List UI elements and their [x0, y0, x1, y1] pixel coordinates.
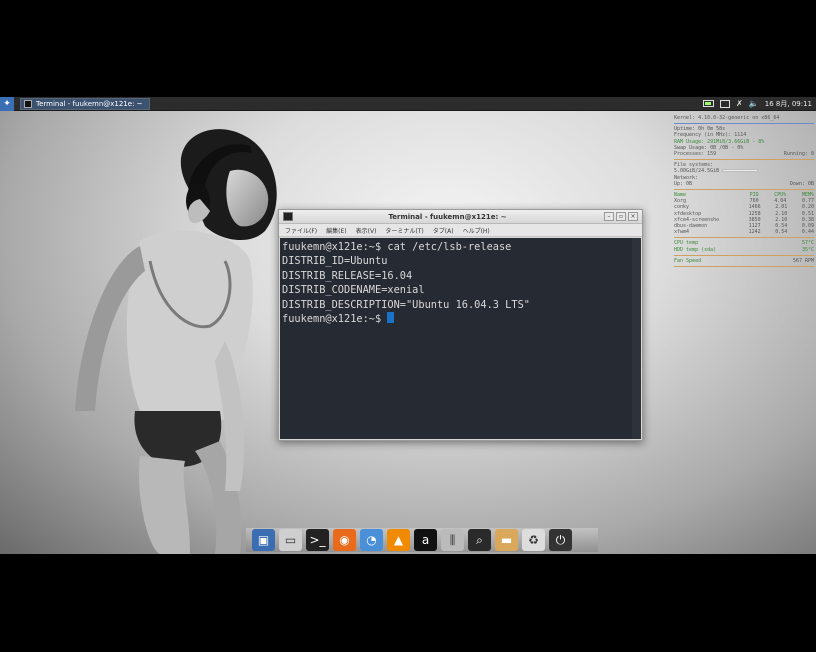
volume-icon[interactable]: 🔈	[749, 99, 759, 108]
conky-divider	[674, 254, 814, 256]
conky-down: Up: 0B	[674, 180, 693, 187]
maximize-icon[interactable]: ▫	[616, 212, 626, 221]
wallpaper-figure	[75, 129, 277, 554]
close-icon[interactable]: ×	[628, 212, 638, 221]
firefox-icon[interactable]: ◉	[333, 529, 356, 551]
top-panel: ✦ Terminal - fuukemn@x121e: ~ ✗ 🔈 16 8月,…	[0, 97, 816, 111]
system-tray: ✗ 🔈 16 8月, 09:11	[703, 99, 816, 109]
fan-label: Fan Speed	[674, 257, 702, 264]
proc-cpu: 0.54	[775, 229, 788, 236]
menu-help[interactable]: ヘルプ(H)	[463, 226, 490, 235]
terminal-small-icon	[24, 99, 32, 108]
conky-fs-value: 5.00GiB/24.5GiB	[674, 168, 720, 175]
taskbar-button-label: Terminal - fuukemn@x121e: ~	[36, 99, 143, 108]
console-line: DISTRIB_ID=Ubuntu	[282, 255, 388, 268]
proc-pid: 1242	[748, 229, 761, 236]
proc-mem: 0.44	[801, 229, 814, 236]
conky-temp-row: HDD temp (sda) 35°C	[674, 247, 814, 253]
trash-icon[interactable]: ♻	[522, 529, 545, 551]
conky-running: Running: 0	[783, 151, 814, 158]
conky-monitor: Kernel: 4.10.0-32-generic on x86_64 Upti…	[674, 115, 814, 269]
conky-proc-row: xfwm4 1242 0.54 0.44	[674, 229, 814, 235]
conky-kernel: Kernel: 4.10.0-32-generic on x86_64	[674, 115, 780, 121]
terminal-console[interactable]: fuukemn@x121e:~$ cat /etc/lsb-release DI…	[280, 238, 641, 439]
desktop: ✦ Terminal - fuukemn@x121e: ~ ✗ 🔈 16 8月,…	[0, 97, 816, 554]
whisker-menu-icon[interactable]: ✦	[0, 97, 14, 111]
conky-divider	[674, 189, 814, 191]
taskbar-button-terminal[interactable]: Terminal - fuukemn@x121e: ~	[20, 97, 150, 110]
terminal-icon[interactable]: >_	[306, 529, 329, 551]
console-line: fuukemn@x121e:~$ cat /etc/lsb-release	[282, 241, 512, 253]
terminal-window[interactable]: Terminal - fuukemn@x121e: ~ – ▫ × ファイル(F…	[278, 209, 643, 441]
network-icon[interactable]: ✗	[736, 99, 743, 108]
vlc-icon[interactable]: ▲	[387, 529, 410, 551]
conky-up: Down: 0B	[789, 180, 814, 187]
menu-view[interactable]: 表示(V)	[356, 226, 377, 235]
folder-icon[interactable]: ▬	[495, 529, 518, 551]
conky-divider	[674, 123, 814, 125]
fan-value: 567 RPM	[792, 257, 814, 264]
conky-processes: Processes: 159	[674, 151, 717, 158]
conky-divider	[674, 266, 814, 268]
conky-divider	[674, 237, 814, 239]
terminal-scrollbar[interactable]	[632, 238, 641, 439]
console-prompt: fuukemn@x121e:~$	[282, 313, 388, 326]
terminal-menubar: ファイル(F) 編集(E) 表示(V) ターミナル(T) タブ(A) ヘルプ(H…	[279, 224, 642, 237]
terminal-titlebar[interactable]: Terminal - fuukemn@x121e: ~ – ▫ ×	[279, 210, 642, 224]
drive-icon[interactable]: ▭	[279, 529, 302, 551]
console-prompt-line[interactable]: fuukemn@x121e:~$	[282, 312, 639, 326]
terminal-title: Terminal - fuukemn@x121e: ~	[388, 212, 507, 221]
amazon-icon[interactable]: a	[414, 529, 437, 551]
keyboard-icon[interactable]	[720, 99, 731, 108]
conky-processes-row: Processes: 159 Running: 0	[674, 151, 814, 157]
messaging-icon[interactable]: ◔	[360, 529, 383, 551]
conky-net-row: Up: 0B Down: 0B	[674, 181, 814, 187]
temp-value: 35°C	[801, 246, 814, 253]
conky-fan-row: Fan Speed 567 RPM	[674, 258, 814, 264]
console-line: DISTRIB_DESCRIPTION="Ubuntu 16.04.3 LTS"	[282, 298, 530, 311]
desktop-icon[interactable]: ▣	[252, 529, 275, 551]
logout-icon[interactable]: ⏻	[549, 529, 572, 551]
battery-icon[interactable]	[703, 100, 715, 107]
search-icon[interactable]: ⌕	[468, 529, 491, 551]
text-cursor	[387, 312, 395, 324]
menu-terminal[interactable]: ターミナル(T)	[385, 226, 423, 235]
mixer-icon[interactable]: ⫼	[441, 529, 464, 551]
menu-file[interactable]: ファイル(F)	[285, 226, 317, 235]
temp-label: HDD temp (sda)	[674, 246, 717, 253]
proc-name: xfwm4	[674, 229, 690, 236]
clock[interactable]: 16 8月, 09:11	[765, 99, 812, 109]
minimize-icon[interactable]: –	[604, 212, 614, 221]
conky-fs-bar	[722, 169, 759, 173]
menu-edit[interactable]: 編集(E)	[326, 226, 346, 235]
menu-tabs[interactable]: タブ(A)	[433, 226, 454, 235]
conky-divider	[674, 159, 814, 161]
console-line: DISTRIB_RELEASE=16.04	[282, 269, 413, 282]
terminal-app-icon	[283, 212, 293, 221]
dock: ▣ ▭ >_ ◉ ◔ ▲ a ⫼ ⌕ ▬ ♻ ⏻	[246, 528, 598, 552]
console-line: DISTRIB_CODENAME=xenial	[282, 284, 425, 297]
